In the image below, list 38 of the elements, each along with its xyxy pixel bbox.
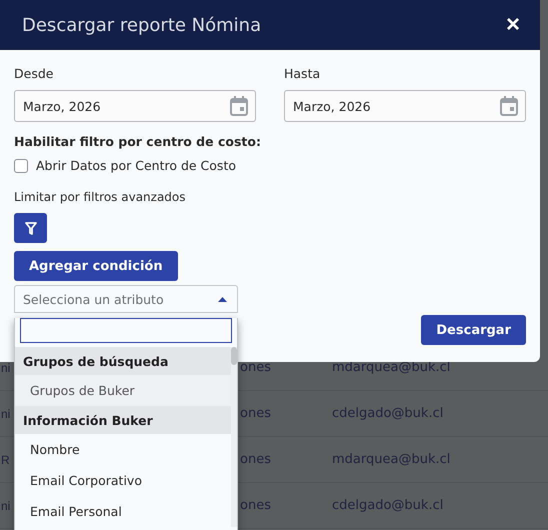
table-cell: mdarquea@buk.cl [332,360,450,375]
dropdown-option[interactable]: Grupos de Buker [15,375,231,406]
table-cell: cdelgado@buk.cl [332,406,444,421]
option-group-header: Grupos de búsqueda [15,347,231,375]
caret-icon [218,296,227,302]
checkbox[interactable] [14,158,28,172]
table-cell: cdelgado@buk.cl [332,498,444,513]
filter-button[interactable] [14,213,47,243]
table-cell: ni [1,360,10,374]
dropdown-option[interactable]: Email Corporativo [15,465,231,496]
dropdown-option[interactable]: Nombre [15,434,231,465]
table-cell-text: ones [240,406,272,421]
table-cell: ni [1,406,10,420]
attribute-select[interactable]: Selecciona un atributo [14,285,238,313]
close-button[interactable]: × [502,11,524,39]
field-label: Desde [14,66,54,81]
section-heading: Habilitar filtro por centro de costo: [14,134,261,149]
table-cell-text: ones [240,360,272,375]
scrollbar[interactable] [231,347,237,527]
download-button[interactable]: Descargar [421,315,526,345]
filter-icon [24,222,36,234]
field-label: Hasta [284,66,322,81]
date-field[interactable]: Marzo, 2026 [284,90,526,122]
option-group-header: Información Buker [15,406,231,434]
table-cell: R [1,452,10,466]
table-cell-text: ones [240,498,272,513]
search-field[interactable] [20,318,232,343]
dialog-title: Descargar reporte Nómina [22,14,262,36]
calendar-icon [500,96,518,116]
add-condition-button[interactable]: Agregar condición [14,251,178,281]
calendar-icon [230,96,248,116]
table-cell-text: ones [240,452,272,467]
checkbox-label[interactable]: Abrir Datos por Centro de Costo [36,158,236,173]
date-field[interactable]: Marzo, 2026 [14,90,256,122]
section-label: Limitar por filtros avanzados [14,190,186,204]
table-cell: mdarquea@buk.cl [332,452,450,467]
table-cell: ni [1,498,10,512]
dropdown-option[interactable]: Email Personal [15,496,231,527]
